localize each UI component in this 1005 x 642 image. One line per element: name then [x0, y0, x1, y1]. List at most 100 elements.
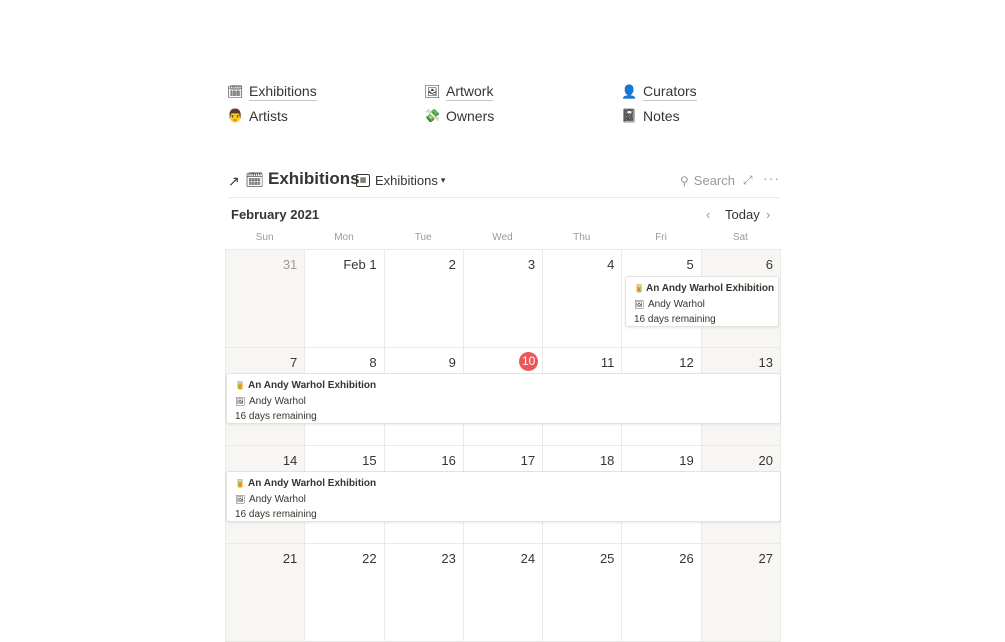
event-artist: Andy Warhol	[249, 395, 306, 407]
day-number: 21	[282, 551, 298, 566]
calendar-day[interactable]: 23	[385, 544, 464, 641]
link-label: Artists	[249, 108, 288, 124]
event-artist: Andy Warhol	[648, 298, 705, 310]
day-number: 25	[599, 551, 615, 566]
event-card[interactable]: 🥫 An Andy Warhol Exhibition 🖼 Andy Warhol …	[226, 471, 781, 522]
calendar-day[interactable]: 2	[385, 250, 464, 347]
artwork-icon: 🖼	[235, 396, 246, 406]
day-number: 4	[607, 257, 615, 272]
link-notes[interactable]: 📓 Notes	[621, 108, 680, 125]
open-arrow-icon[interactable]: ↗	[228, 173, 240, 190]
day-number: 6	[765, 257, 773, 272]
calendar-day[interactable]: 27	[701, 544, 781, 641]
day-number: 9	[448, 355, 456, 370]
day-number: 11	[600, 355, 615, 370]
calendar-day[interactable]: 4	[543, 250, 623, 347]
calendar-toolbar: February 2021 ‹ Today ›	[228, 205, 780, 225]
event-remaining: 16 days remaining	[235, 411, 317, 422]
event-title: An Andy Warhol Exhibition	[248, 380, 377, 391]
soup-can-icon: 🥫	[235, 479, 245, 488]
artist-icon: 👨	[227, 109, 244, 124]
day-number: 2	[448, 257, 456, 272]
weekday-label: Thu	[573, 232, 591, 243]
day-number: 23	[441, 551, 456, 566]
day-number: 16	[441, 453, 456, 468]
weekday-label: Tue	[414, 232, 432, 243]
day-number: 14	[282, 453, 298, 468]
day-number: 27	[758, 551, 773, 566]
expand-icon[interactable]: ⤢	[743, 173, 753, 188]
calendar-day[interactable]: 31	[226, 250, 306, 347]
calendar-day[interactable]: 21	[226, 544, 306, 641]
link-label: Owners	[446, 108, 495, 124]
day-number: 26	[679, 551, 694, 566]
link-artists[interactable]: 👨 Artists	[227, 108, 288, 125]
day-number: 19	[679, 453, 694, 468]
search-button[interactable]: ⚲ Search	[680, 173, 735, 188]
database-title[interactable]: Exhibitions	[268, 169, 360, 189]
day-number: 15	[362, 453, 377, 468]
calendar-day[interactable]: 22	[305, 544, 385, 641]
day-number: 12	[679, 355, 694, 370]
link-owners[interactable]: 💸 Owners	[424, 108, 494, 125]
calendar-grid: 31 Feb 1 2 3 4 5 6 🥫 An Andy Warhol Exhib…	[225, 249, 781, 642]
weekday-label: Wed	[492, 232, 513, 243]
day-number: 22	[362, 551, 377, 566]
soup-can-icon: 🥫	[634, 284, 644, 293]
calendar-day[interactable]: 24	[464, 544, 544, 641]
notebook-icon: 📓	[621, 109, 638, 124]
event-remaining: 16 days remaining	[235, 509, 317, 520]
today-button[interactable]: Today	[725, 207, 760, 222]
calendar-view-icon: ▦	[356, 174, 370, 187]
calendar-day[interactable]: 25	[543, 544, 623, 641]
calendar-day[interactable]: 3	[464, 250, 544, 347]
day-number: 5	[686, 257, 694, 272]
more-options-icon[interactable]: ···	[763, 170, 780, 186]
calendar-day[interactable]: Feb 1	[305, 250, 385, 347]
chevron-down-icon: ▾	[440, 175, 446, 185]
day-number: 7	[290, 355, 298, 370]
event-title: An Andy Warhol Exhibition	[248, 478, 377, 489]
search-icon: ⚲	[680, 173, 689, 188]
calendar-week: 7 8 9 10 11 12 13 🥫 An Andy Warhol Exhibi…	[226, 348, 781, 446]
event-card[interactable]: 🥫 An Andy Warhol Exhibition 🖼 Andy Warhol …	[625, 276, 779, 327]
link-artwork[interactable]: 🖼 Artwork	[424, 83, 494, 101]
weekday-label: Sun	[255, 232, 274, 243]
day-number: 13	[758, 355, 773, 370]
person-icon: 👤	[621, 84, 638, 100]
day-number: 31	[282, 257, 298, 272]
link-label: Exhibitions	[249, 83, 317, 101]
money-icon: 💸	[424, 109, 441, 124]
chevron-left-icon[interactable]: ‹	[706, 207, 710, 222]
calendar-day[interactable]: 26	[622, 544, 702, 641]
weekday-label: Mon	[334, 232, 354, 243]
calendar-week: 31 Feb 1 2 3 4 5 6 🥫 An Andy Warhol Exhib…	[226, 250, 781, 348]
soup-can-icon: 🥫	[235, 381, 245, 390]
link-curators[interactable]: 👤 Curators	[621, 83, 697, 101]
calendar-week: 21 22 23 24 25 26 27	[226, 544, 781, 642]
day-number: 24	[520, 551, 536, 566]
chevron-right-icon[interactable]: ›	[766, 207, 770, 222]
weekday-header: Sun Mon Tue Wed Thu Fri Sat	[225, 232, 780, 246]
search-label: Search	[693, 173, 735, 188]
artwork-icon: 🖼	[235, 494, 246, 504]
month-label: February 2021	[231, 207, 320, 222]
view-selector[interactable]: ▦ Exhibitions ▾	[356, 173, 445, 188]
calendar-week: 14 15 16 17 18 19 20 🥫 An Andy Warhol Exh…	[226, 446, 781, 544]
framed-picture-icon: 🖼	[424, 84, 441, 100]
calendar-icon: 🗓	[245, 171, 265, 189]
day-number: 20	[758, 453, 773, 468]
day-number: 8	[369, 355, 377, 370]
event-card[interactable]: 🥫 An Andy Warhol Exhibition 🖼 Andy Warhol …	[226, 373, 781, 424]
view-label: Exhibitions	[375, 173, 438, 188]
weekday-label: Fri	[655, 232, 667, 243]
today-marker: 10	[519, 352, 539, 371]
link-exhibitions[interactable]: 🗓 Exhibitions	[227, 83, 317, 101]
event-title: An Andy Warhol Exhibition	[645, 283, 775, 294]
weekday-label: Sat	[732, 232, 748, 243]
event-remaining: 16 days remaining	[634, 314, 716, 325]
artwork-icon: 🖼	[634, 299, 645, 309]
event-artist: Andy Warhol	[249, 493, 306, 505]
database-header: ↗ 🗓 Exhibitions ▦ Exhibitions ▾ ⚲ Search…	[228, 169, 780, 198]
day-number: Feb 1	[343, 257, 377, 272]
